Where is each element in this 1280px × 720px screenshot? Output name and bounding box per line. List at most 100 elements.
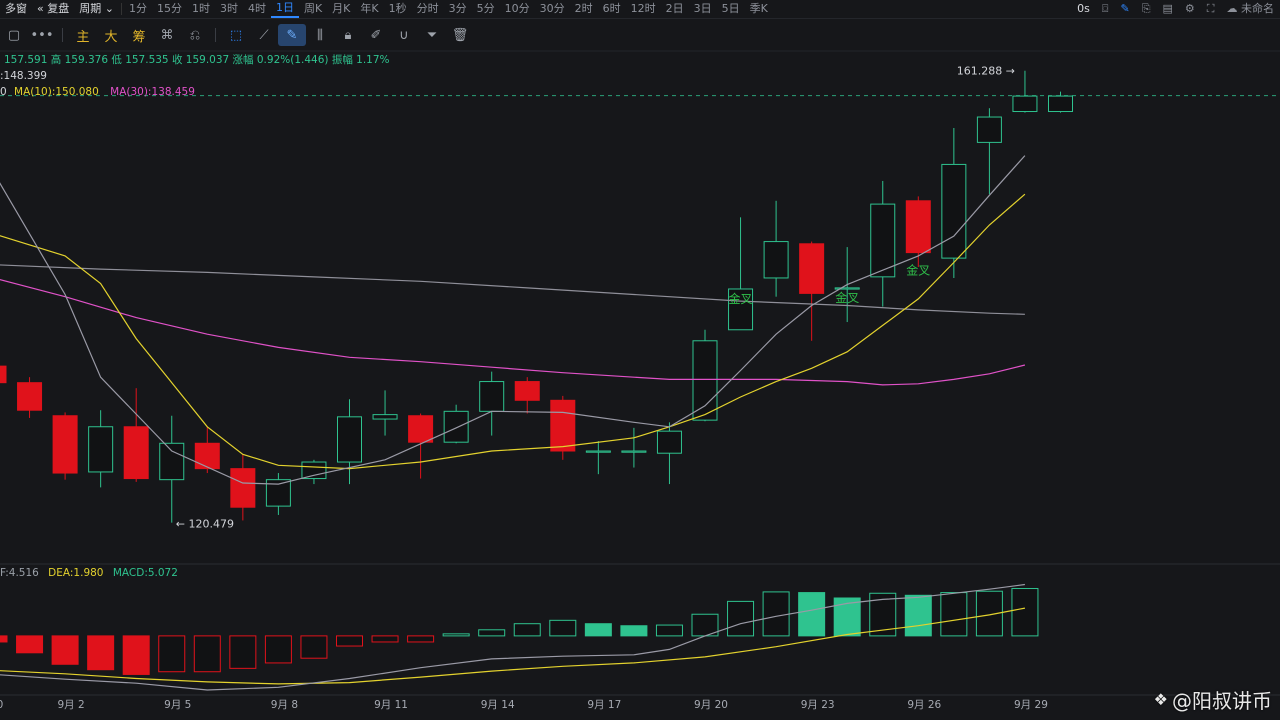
more-button[interactable]: ••• — [28, 24, 56, 46]
period-tab[interactable]: 4时 — [243, 0, 271, 18]
x-tick-label: 0 — [0, 699, 3, 711]
ma10-value: MA(10):150.080 — [14, 86, 99, 98]
main-indicator-button[interactable]: 主 — [69, 24, 97, 46]
macd-bar-negative — [229, 635, 257, 669]
draw-pen-icon[interactable]: ✎ — [278, 24, 306, 46]
candle-down — [550, 399, 576, 452]
period-tab[interactable]: 3分 — [444, 0, 472, 18]
period-tab[interactable]: 1分 — [124, 0, 152, 18]
period-tab[interactable]: 3时 — [215, 0, 243, 18]
period-tab[interactable]: 月K — [327, 0, 355, 18]
magnet-icon[interactable]: ∪ — [390, 24, 418, 46]
latency-indicator: 0s — [1077, 2, 1090, 15]
pen-icon[interactable]: ✎ — [1114, 0, 1135, 18]
trash-icon[interactable]: 🗑︎ — [446, 24, 474, 46]
multi-window-button[interactable]: 多窗 — [0, 0, 32, 18]
ma-info: 0 MA(10):150.080 MA(30):138.459 — [0, 85, 195, 99]
replay-label: 复盘 — [47, 2, 70, 15]
watermark: ❖ @阳叔讲币 — [1154, 685, 1272, 714]
macd-bar-negative — [51, 635, 79, 665]
macd-bar-positive — [762, 591, 790, 637]
macd-bar-negative — [336, 635, 363, 647]
note-icon[interactable]: ✐ — [362, 24, 390, 46]
candle-icon[interactable]: ⫼ — [306, 24, 334, 46]
candle-up — [301, 461, 327, 480]
macd-bar-negative — [193, 635, 221, 673]
candle-up — [585, 450, 611, 453]
period-tab[interactable]: 30分 — [535, 0, 570, 18]
period-tab[interactable]: 12时 — [626, 0, 661, 18]
golden-cross-label: 金叉 — [835, 290, 859, 305]
period-tab[interactable]: 年K — [355, 0, 383, 18]
candle-up — [159, 442, 185, 481]
export-icon[interactable]: ⎘ — [1136, 0, 1157, 18]
filter-icon[interactable]: ⏷ — [418, 24, 446, 46]
period-tab[interactable]: 季K — [745, 0, 773, 18]
macd-bar-positive — [513, 623, 541, 637]
x-tick-label: 9月 11 — [374, 699, 408, 711]
compare-icon[interactable]: ⎌ — [181, 24, 209, 46]
select-tool-icon[interactable]: ⬚ — [222, 24, 250, 46]
period-tab[interactable]: 1秒 — [384, 0, 412, 18]
golden-cross-label: 金叉 — [906, 263, 930, 278]
candle-up — [621, 450, 647, 453]
period-tab[interactable]: 10分 — [500, 0, 535, 18]
candle-up — [976, 116, 1002, 143]
camera-icon[interactable]: ⌼ — [1096, 0, 1115, 18]
period-tab[interactable]: 3日 — [689, 0, 717, 18]
chart-canvas[interactable]: 161.288 →← 120.479金叉金叉金叉09月 29月 59月 89月 … — [0, 0, 1280, 720]
candle-up — [763, 241, 789, 279]
binance-logo-icon: ❖ — [1153, 690, 1168, 709]
period-tab[interactable]: 5日 — [717, 0, 745, 18]
fullscreen-icon[interactable]: ⛶ — [1201, 0, 1221, 18]
dif-line — [0, 583, 1025, 691]
layout-icon[interactable]: ▤ — [1157, 0, 1179, 18]
replay-button[interactable]: « 复盘 — [32, 0, 74, 18]
square-icon[interactable]: ▢ — [0, 24, 28, 46]
macd-bar-positive — [655, 624, 683, 637]
period-tab[interactable]: 6时 — [598, 0, 626, 18]
x-tick-label: 9月 17 — [587, 699, 621, 711]
x-tick-label: 9月 23 — [801, 699, 835, 711]
period-tab[interactable]: 15分 — [152, 0, 187, 18]
macd-bar-positive — [442, 633, 470, 637]
period-tab[interactable]: 2日 — [661, 0, 689, 18]
candle-down — [799, 243, 825, 294]
ma-prefix: 0 — [0, 86, 7, 98]
dif-value: F:4.516 — [0, 567, 39, 579]
gear-icon[interactable]: ⚙ — [1179, 0, 1201, 18]
period-dropdown[interactable]: 周期 ⌄ — [74, 0, 119, 18]
candle-down — [408, 415, 434, 443]
x-tick-label: 9月 14 — [481, 699, 515, 711]
divider — [62, 28, 63, 42]
macd-bar-negative — [0, 635, 8, 643]
candle-down — [230, 468, 256, 508]
big-order-button[interactable]: 大 — [97, 24, 125, 46]
chip-button[interactable]: 筹 — [125, 24, 153, 46]
period-tab[interactable]: 周K — [299, 0, 327, 18]
period-tab[interactable]: 2时 — [570, 0, 598, 18]
period-tab[interactable]: 1时 — [187, 0, 215, 18]
lock-icon[interactable]: 🔒︎ — [334, 24, 362, 46]
ruler-icon[interactable]: ⟋ — [250, 24, 278, 46]
candle-up — [1048, 95, 1073, 113]
macd-bar-positive — [584, 623, 612, 637]
period-tab[interactable]: 5分 — [472, 0, 500, 18]
candle-up — [692, 340, 718, 421]
indicator-icon[interactable]: ⌘ — [153, 24, 181, 46]
macd-bar-positive — [727, 600, 755, 637]
period-tab[interactable]: 1日 — [270, 0, 299, 18]
candle-down — [52, 415, 78, 474]
macd-bar-negative — [300, 635, 328, 659]
period-tab[interactable]: 分时 — [412, 0, 444, 18]
ma30-value: MA(30):138.459 — [110, 86, 195, 98]
candle-up — [88, 426, 114, 473]
macd-bar-positive — [798, 592, 826, 637]
layout-name: 未命名 — [1241, 2, 1274, 15]
candle-down — [123, 426, 149, 480]
divider — [215, 28, 216, 42]
cloud-layout-button[interactable]: ☁ 未命名 — [1221, 0, 1280, 18]
candle-up — [656, 430, 682, 454]
candle-down — [0, 365, 7, 384]
macd-bar-negative — [264, 635, 292, 664]
